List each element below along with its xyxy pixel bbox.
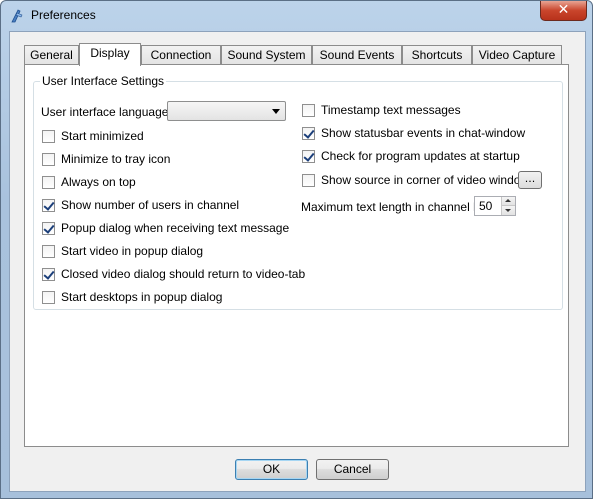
- tab-display[interactable]: Display: [79, 43, 141, 66]
- video-source-browse-button[interactable]: ...: [518, 171, 542, 189]
- checkbox-box[interactable]: [302, 173, 315, 187]
- checkbox-label: Timestamp text messages: [321, 103, 461, 117]
- title-bar[interactable]: Preferences ✕: [1, 1, 592, 31]
- checkbox-box[interactable]: [42, 152, 55, 166]
- tab-sound-system[interactable]: Sound System: [221, 45, 312, 65]
- checkbox-video-return-tab[interactable]: Closed video dialog should return to vid…: [42, 266, 305, 282]
- check-icon[interactable]: [42, 267, 55, 281]
- cancel-button[interactable]: Cancel: [316, 459, 389, 480]
- checkbox-minimize-to-tray[interactable]: Minimize to tray icon: [42, 151, 170, 167]
- user-interface-settings-group: User Interface Settings User interface l…: [33, 74, 563, 310]
- checkbox-box[interactable]: [302, 103, 315, 117]
- checkbox-label: Show number of users in channel: [61, 198, 240, 212]
- checkbox-box[interactable]: [42, 244, 55, 258]
- max-text-length-value[interactable]: 50: [479, 199, 492, 213]
- spin-up-icon[interactable]: [502, 197, 515, 206]
- check-icon[interactable]: [302, 126, 315, 140]
- checkbox-label: Start video in popup dialog: [61, 244, 204, 258]
- tab-bar: General Display Connection Sound System …: [24, 43, 569, 66]
- checkbox-start-video-popup[interactable]: Start video in popup dialog: [42, 243, 203, 259]
- tab-sound-events[interactable]: Sound Events: [312, 45, 402, 65]
- checkbox-label: Popup dialog when receiving text message: [61, 221, 290, 235]
- checkbox-box[interactable]: [42, 290, 55, 304]
- checkbox-label: Start desktops in popup dialog: [61, 290, 223, 304]
- language-label: User interface language: [41, 105, 169, 119]
- checkbox-timestamp-messages[interactable]: Timestamp text messages: [302, 102, 461, 118]
- checkbox-box[interactable]: [42, 175, 55, 189]
- checkbox-label: Check for program updates at startup: [321, 149, 520, 163]
- checkbox-popup-text-message[interactable]: Popup dialog when receiving text message: [42, 220, 289, 236]
- checkbox-statusbar-events[interactable]: Show statusbar events in chat-window: [302, 125, 525, 141]
- close-icon: ✕: [557, 2, 570, 18]
- checkbox-start-minimized[interactable]: Start minimized: [42, 128, 144, 144]
- checkbox-start-desktops-popup[interactable]: Start desktops in popup dialog: [42, 289, 222, 305]
- max-text-length-spinner[interactable]: 50: [474, 196, 516, 216]
- dialog-client-area: General Display Connection Sound System …: [9, 31, 586, 492]
- window-title: Preferences: [31, 8, 96, 22]
- checkbox-label: Start minimized: [61, 129, 144, 143]
- close-button[interactable]: ✕: [540, 1, 587, 21]
- group-title: User Interface Settings: [40, 74, 167, 88]
- check-icon[interactable]: [42, 221, 55, 235]
- checkbox-show-source-corner[interactable]: Show source in corner of video window: [302, 172, 529, 188]
- check-icon[interactable]: [42, 198, 55, 212]
- checkbox-label: Closed video dialog should return to vid…: [61, 267, 306, 281]
- tab-general[interactable]: General: [24, 45, 79, 65]
- max-text-length-label: Maximum text length in channel list: [301, 200, 488, 214]
- chevron-down-icon: [272, 109, 280, 114]
- tab-connection[interactable]: Connection: [141, 45, 221, 65]
- language-select[interactable]: [167, 101, 286, 121]
- checkbox-label: Minimize to tray icon: [61, 152, 171, 166]
- checkbox-label: Always on top: [61, 175, 136, 189]
- checkbox-check-updates[interactable]: Check for program updates at startup: [302, 148, 520, 164]
- app-logo-icon: [11, 9, 23, 23]
- checkbox-show-user-count[interactable]: Show number of users in channel: [42, 197, 239, 213]
- language-row: User interface language: [41, 104, 168, 120]
- tab-video-capture[interactable]: Video Capture: [472, 45, 562, 65]
- max-text-length-row: Maximum text length in channel list: [301, 199, 488, 215]
- spin-down-icon[interactable]: [502, 206, 515, 215]
- checkbox-always-on-top[interactable]: Always on top: [42, 174, 136, 190]
- checkbox-label: Show statusbar events in chat-window: [321, 126, 526, 140]
- tab-shortcuts[interactable]: Shortcuts: [402, 45, 472, 65]
- spinner-buttons: [501, 197, 515, 215]
- display-tab-panel: User Interface Settings User interface l…: [24, 64, 569, 447]
- check-icon[interactable]: [302, 149, 315, 163]
- ok-button[interactable]: OK: [235, 459, 308, 480]
- checkbox-box[interactable]: [42, 129, 55, 143]
- preferences-window: Preferences ✕ General Display Connection…: [0, 0, 593, 499]
- checkbox-label: Show source in corner of video window: [321, 173, 530, 187]
